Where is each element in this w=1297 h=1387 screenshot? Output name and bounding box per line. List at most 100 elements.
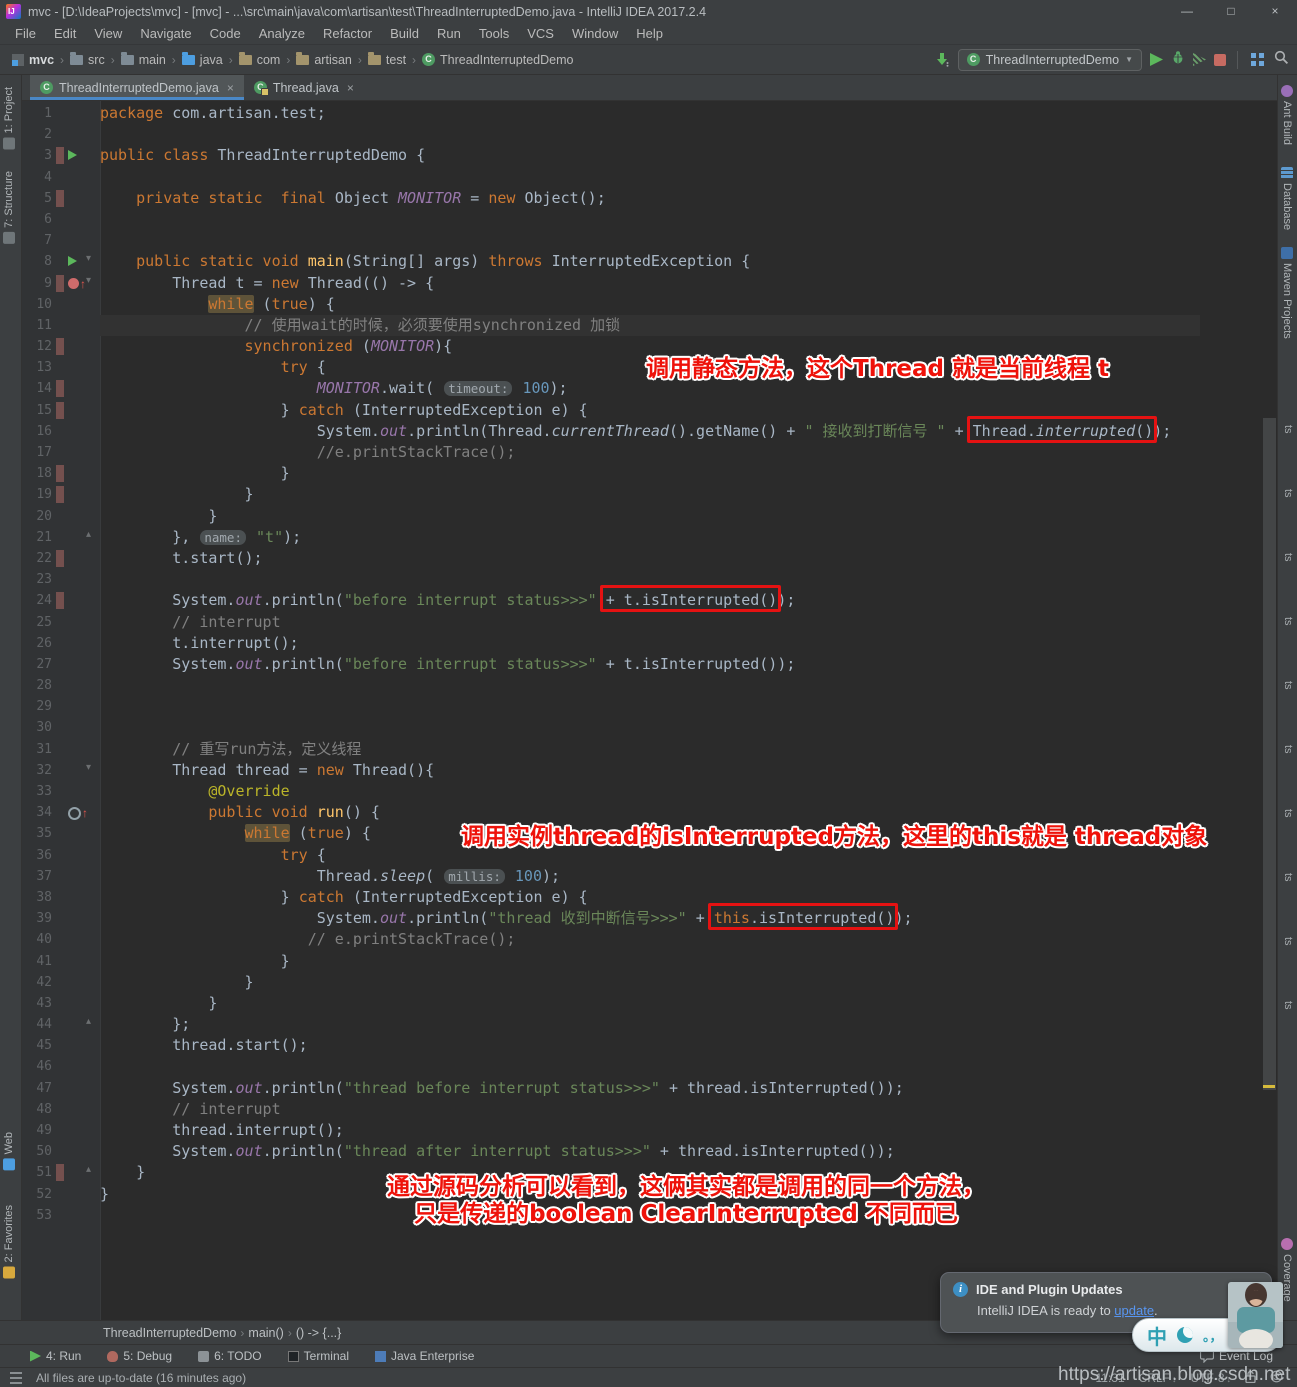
code-line-47[interactable]: 47 System.out.println("thread before int… (22, 1078, 1261, 1099)
code-line-20[interactable]: 20 } (22, 506, 1261, 527)
close-icon[interactable]: × (347, 81, 354, 95)
menu-navigate[interactable]: Navigate (131, 23, 200, 44)
breadcrumb-item-java[interactable]: java (180, 51, 225, 67)
code-line-42[interactable]: 42 } (22, 972, 1261, 993)
fold-marker[interactable]: ▴ (86, 1164, 91, 1175)
code-line-37[interactable]: 37 Thread.sleep( millis: 100); (22, 866, 1261, 887)
code-line-45[interactable]: 45 thread.start(); (22, 1035, 1261, 1056)
breadcrumb-item-main[interactable]: main (119, 51, 168, 67)
tool-button-Java Enterprise[interactable]: Java Enterprise (375, 1349, 474, 1363)
tool-strip-button-Ant Build[interactable]: Ant Build (1281, 85, 1293, 145)
code-line-27[interactable]: 27 System.out.println("before interrupt … (22, 654, 1261, 675)
menu-refactor[interactable]: Refactor (314, 23, 381, 44)
search-everywhere-icon[interactable] (1274, 50, 1289, 70)
code-line-41[interactable]: 41 } (22, 951, 1261, 972)
code-line-43[interactable]: 43 } (22, 993, 1261, 1014)
code-line-32[interactable]: 32 ▾ Thread thread = new Thread(){ (22, 760, 1261, 781)
menu-vcs[interactable]: VCS (518, 23, 563, 44)
tool-strip-button-1: Project[interactable]: 1: Project (3, 87, 15, 150)
code-line-40[interactable]: 40 // e.printStackTrace(); (22, 929, 1261, 950)
code-line-38[interactable]: 38 } catch (InterruptedException e) { (22, 887, 1261, 908)
breadcrumb-item-src[interactable]: src (68, 51, 107, 67)
menu-file[interactable]: File (6, 23, 45, 44)
run-gutter-icon[interactable] (68, 150, 77, 161)
code-line-30[interactable]: 30 (22, 717, 1261, 738)
fold-marker[interactable]: ▴ (86, 1016, 91, 1027)
code-line-33[interactable]: 33 @Override (22, 781, 1261, 802)
menu-help[interactable]: Help (627, 23, 672, 44)
tool-button-Terminal[interactable]: Terminal (287, 1349, 349, 1363)
code-line-11[interactable]: 11 // 使用wait的时候，必须要使用synchronized 加锁 (22, 314, 1261, 337)
code-line-7[interactable]: 7 (22, 230, 1261, 251)
menu-view[interactable]: View (85, 23, 131, 44)
breadcrumb-item-artisan[interactable]: artisan (294, 51, 354, 67)
code-line-31[interactable]: 31 // 重写run方法，定义线程 (22, 739, 1261, 760)
menu-run[interactable]: Run (428, 23, 470, 44)
tool-window-switcher-icon[interactable] (10, 1371, 22, 1384)
update-link[interactable]: update (1114, 1303, 1154, 1318)
code-line-4[interactable]: 4 (22, 167, 1261, 188)
code-line-44[interactable]: 44 ▴ }; (22, 1014, 1261, 1035)
breadcrumb-item-com[interactable]: com (237, 51, 283, 67)
fold-marker[interactable]: ▾ (86, 275, 91, 286)
close-icon[interactable]: × (227, 81, 234, 95)
menu-code[interactable]: Code (201, 23, 250, 44)
code-line-49[interactable]: 49 thread.interrupt(); (22, 1120, 1261, 1141)
editor-scrollbar[interactable] (1261, 101, 1277, 1320)
tool-button-5: Debug[interactable]: 5: Debug (107, 1349, 172, 1363)
editor-breadcrumb-() -> {...}[interactable]: () -> {...} (296, 1326, 342, 1340)
code-line-1[interactable]: 1 package com.artisan.test; (22, 103, 1261, 124)
tab-Thread.java[interactable]: Thread.java × (244, 75, 364, 100)
run-configuration-select[interactable]: ThreadInterruptedDemo ▼ (957, 48, 1142, 71)
settings-grid-icon[interactable] (1251, 53, 1256, 58)
code-line-21[interactable]: 21 ▴ }, name: "t"); (22, 527, 1261, 548)
code-editor[interactable]: 1 package com.artisan.test; 2 3 public class… (22, 101, 1277, 1320)
override-gutter-icon[interactable] (68, 806, 88, 820)
error-stripe-mark[interactable] (1263, 1085, 1275, 1088)
menu-window[interactable]: Window (563, 23, 627, 44)
code-line-6[interactable]: 6 (22, 209, 1261, 230)
tool-strip-button-Maven Projects[interactable]: Maven Projects (1281, 247, 1293, 339)
code-line-19[interactable]: 19 } (22, 484, 1261, 505)
code-line-50[interactable]: 50 System.out.println("thread after inte… (22, 1141, 1261, 1162)
run-gutter-icon[interactable] (68, 256, 77, 267)
minimize-button[interactable]: — (1165, 0, 1209, 23)
run-button[interactable] (1150, 53, 1163, 66)
tool-strip-button-Database[interactable]: Database (1281, 167, 1293, 230)
code-line-18[interactable]: 18 } (22, 463, 1261, 484)
tool-strip-button-Web[interactable]: Web (3, 1132, 15, 1170)
code-line-8[interactable]: 8 ▾ public static void main(String[] args… (22, 251, 1261, 272)
menu-tools[interactable]: Tools (470, 23, 518, 44)
breadcrumb-item-ThreadInterruptedDemo[interactable]: ThreadInterruptedDemo (420, 53, 575, 67)
code-line-25[interactable]: 25 // interrupt (22, 612, 1261, 633)
scrollbar-thumb[interactable] (1263, 418, 1276, 1090)
code-line-39[interactable]: 39 System.out.println("thread 收到中断信号>>>"… (22, 908, 1261, 929)
close-button[interactable]: × (1253, 0, 1297, 23)
code-line-3[interactable]: 3 public class ThreadInterruptedDemo { (22, 145, 1261, 166)
code-line-2[interactable]: 2 (22, 124, 1261, 145)
code-line-46[interactable]: 46 (22, 1056, 1261, 1077)
menu-build[interactable]: Build (381, 23, 428, 44)
fold-marker[interactable]: ▴ (86, 529, 91, 540)
profiler-button[interactable] (1214, 53, 1226, 66)
maximize-button[interactable]: □ (1209, 0, 1253, 23)
breadcrumb-item-test[interactable]: test (366, 51, 408, 67)
code-line-28[interactable]: 28 (22, 675, 1261, 696)
debug-button[interactable] (1171, 50, 1185, 69)
tool-strip-button-7: Structure[interactable]: 7: Structure (3, 171, 15, 244)
code-line-17[interactable]: 17 //e.printStackTrace(); (22, 442, 1261, 463)
tool-strip-button-2: Favorites[interactable]: 2: Favorites (3, 1205, 15, 1278)
vcs-update-icon[interactable] (935, 52, 950, 67)
fold-marker[interactable]: ▾ (86, 253, 91, 264)
tool-button-4: Run[interactable]: 4: Run (30, 1349, 81, 1363)
editor-breadcrumb-ThreadInterruptedDemo[interactable]: ThreadInterruptedDemo (103, 1326, 236, 1340)
tab-ThreadInterruptedDemo.java[interactable]: ThreadInterruptedDemo.java × (30, 75, 244, 100)
tool-button-6: TODO[interactable]: 6: TODO (198, 1349, 262, 1363)
code-line-26[interactable]: 26 t.interrupt(); (22, 633, 1261, 654)
code-line-5[interactable]: 5 private static final Object MONITOR = … (22, 188, 1261, 209)
code-line-10[interactable]: 10 while (true) { (22, 294, 1261, 315)
code-line-9[interactable]: 9▾ Thread t = new Thread(() -> { (22, 273, 1261, 294)
code-line-29[interactable]: 29 (22, 696, 1261, 717)
menu-edit[interactable]: Edit (45, 23, 85, 44)
lambda-gutter-icon[interactable] (68, 277, 86, 291)
